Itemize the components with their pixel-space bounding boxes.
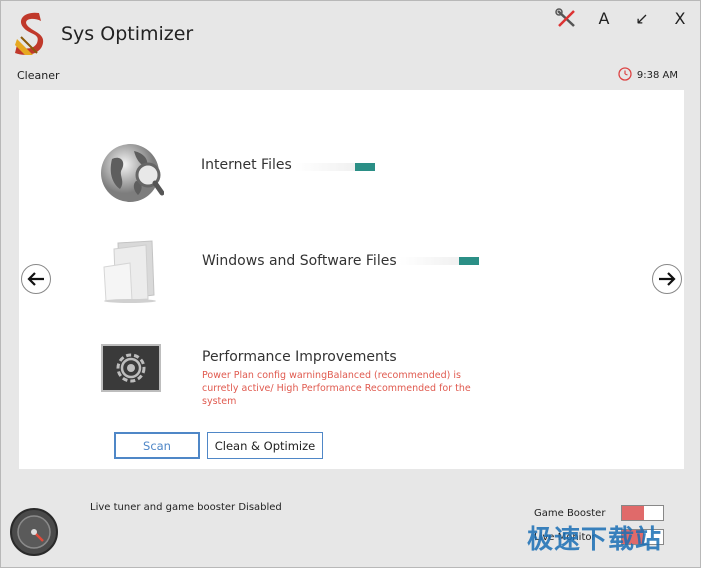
windows-software-files-progress [399, 257, 479, 265]
clean-optimize-button[interactable]: Clean & Optimize [207, 432, 323, 459]
gear-monitor-icon [101, 344, 161, 396]
performance-improvements-label: Performance Improvements [202, 349, 397, 365]
game-booster-label: Game Booster [534, 508, 606, 519]
clock: 9:38 AM [618, 67, 678, 84]
power-plan-warning: Power Plan config warningBalanced (recom… [202, 370, 471, 407]
globe-magnifier-icon [100, 141, 165, 209]
internet-files-progress-fill [355, 163, 375, 171]
minimize-icon[interactable]: ↙ [630, 7, 654, 29]
folder-icon [100, 239, 160, 307]
windows-software-files-label: Windows and Software Files [202, 253, 397, 269]
close-icon[interactable]: X [668, 7, 692, 29]
tools-icon[interactable] [554, 7, 578, 29]
font-icon[interactable]: A [592, 7, 616, 29]
app-logo [11, 9, 53, 57]
windows-software-files-progress-fill [459, 257, 479, 265]
internet-files-label: Internet Files [201, 157, 292, 173]
watermark: 极速下载站 [527, 525, 663, 555]
window-controls: A ↙ X [554, 7, 692, 29]
clock-time: 9:38 AM [636, 70, 678, 81]
game-booster-toggle-knob [622, 506, 644, 520]
previous-arrow-icon[interactable] [21, 264, 51, 294]
internet-files-progress [295, 163, 375, 171]
clock-icon [618, 67, 632, 84]
app-window: Sys Optimizer A ↙ X Cleaner 9:38 AM Inte… [0, 0, 701, 568]
status-text: Live tuner and game booster Disabled [90, 502, 282, 513]
next-arrow-icon[interactable] [652, 264, 682, 294]
section-label: Cleaner [17, 69, 60, 82]
speedometer-icon[interactable] [9, 507, 59, 557]
scan-button[interactable]: Scan [114, 432, 200, 459]
app-title: Sys Optimizer [61, 23, 194, 45]
